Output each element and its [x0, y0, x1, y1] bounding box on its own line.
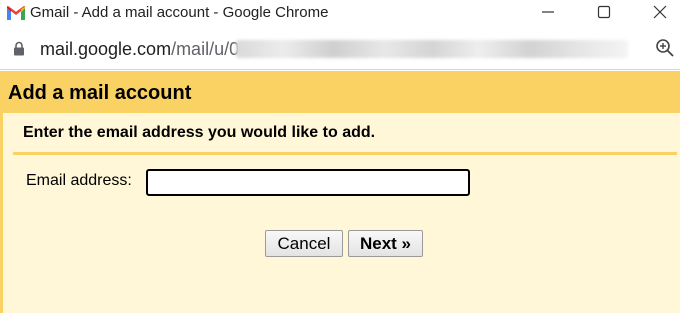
dialog-header: Add a mail account [0, 71, 680, 113]
email-address-input[interactable] [146, 169, 470, 196]
maximize-button[interactable] [589, 0, 619, 24]
gmail-logo-icon [6, 5, 26, 21]
instruction-text: Enter the email address you would like t… [23, 124, 376, 141]
zoom-icon[interactable] [655, 38, 675, 58]
url-redacted-blur [236, 40, 628, 58]
dialog-left-border [0, 113, 3, 313]
address-bar[interactable]: mail.google.com/mail/u/0 [0, 28, 680, 70]
section-divider [13, 152, 677, 155]
close-icon [653, 5, 667, 19]
lock-icon[interactable] [13, 41, 25, 56]
maximize-icon [597, 5, 611, 19]
email-address-label: Email address: [26, 172, 132, 189]
cancel-button[interactable]: Cancel [265, 230, 343, 257]
window-titlebar[interactable]: Gmail - Add a mail account - Google Chro… [0, 0, 680, 28]
dialog-title: Add a mail account [8, 82, 192, 104]
url-host: mail.google.com [40, 39, 172, 59]
url-path: /mail/u/0 [171, 39, 240, 59]
window-title: Gmail - Add a mail account - Google Chro… [30, 4, 329, 21]
minimize-icon [541, 5, 555, 19]
close-button[interactable] [645, 0, 675, 24]
minimize-button[interactable] [533, 0, 563, 24]
add-mail-account-dialog: Add a mail account Enter the email addre… [0, 71, 680, 313]
url-text[interactable]: mail.google.com/mail/u/0 [40, 37, 239, 61]
next-button[interactable]: Next » [348, 230, 423, 257]
